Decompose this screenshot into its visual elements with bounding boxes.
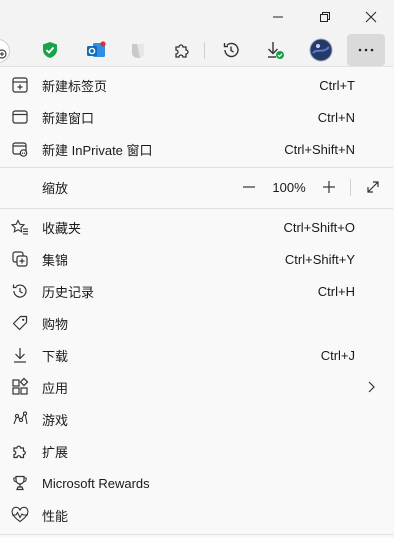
restore-button[interactable] (302, 0, 348, 34)
menu-item-zoom: 缩放 100% (0, 171, 393, 203)
menu-item-extensions[interactable]: 扩展 (0, 435, 393, 467)
more-icon (358, 48, 374, 52)
adblock-shield-icon (43, 42, 57, 58)
menu-item-collections[interactable]: 集锦 Ctrl+Shift+Y (0, 243, 393, 275)
rewards-trophy-icon (10, 473, 30, 493)
menu-item-rewards[interactable]: Microsoft Rewards (0, 467, 393, 499)
menu-item-label: 扩展 (42, 444, 69, 460)
menu-item-label: 新建标签页 (42, 78, 108, 94)
shortcut-text: Ctrl+Shift+O (283, 219, 355, 235)
menu-item-history[interactable]: 历史记录 Ctrl+H (0, 275, 393, 307)
performance-heart-icon (10, 505, 30, 525)
settings-menu: 新建标签页 Ctrl+T 新建窗口 Ctrl+N 新建 InPrivate 窗口… (0, 66, 393, 538)
menu-item-label: 应用 (42, 380, 69, 396)
inprivate-icon (10, 139, 30, 159)
downloads-icon (268, 42, 284, 59)
menu-item-new-tab[interactable]: 新建标签页 Ctrl+T (0, 69, 393, 101)
downloads-icon (10, 345, 30, 365)
chevron-right-icon (363, 379, 379, 395)
extension-icon (132, 44, 144, 58)
menu-item-label: 游戏 (42, 412, 69, 428)
menu-item-label: 集锦 (42, 252, 69, 268)
close-button[interactable] (348, 0, 394, 34)
menu-item-label: 性能 (42, 508, 69, 524)
menu-item-label: 新建 InPrivate 窗口 (42, 142, 153, 158)
menu-item-label: Microsoft Rewards (42, 475, 150, 491)
restore-icon (320, 12, 330, 22)
menu-item-shopping[interactable]: 购物 (0, 307, 393, 339)
outlook-icon (87, 41, 106, 57)
menu-divider (0, 167, 393, 168)
history-icon (10, 281, 30, 301)
shortcut-text: Ctrl+J (320, 347, 355, 363)
extensions-puzzle-icon (175, 44, 189, 58)
extensions-puzzle-icon (10, 441, 30, 461)
plus-icon (323, 181, 335, 193)
history-icon (223, 42, 239, 58)
new-window-icon (10, 107, 30, 127)
browser-toolbar (0, 34, 394, 66)
menu-item-games[interactable]: 游戏 (0, 403, 393, 435)
shortcut-text: Ctrl+T (319, 77, 355, 93)
menu-item-favorites[interactable]: 收藏夹 Ctrl+Shift+O (0, 211, 393, 243)
menu-divider (0, 208, 393, 209)
new-tab-icon (10, 75, 30, 95)
shortcut-text: Ctrl+H (317, 283, 355, 299)
favorites-icon (10, 217, 30, 237)
zoom-in-button[interactable] (318, 171, 340, 203)
minimize-icon (273, 16, 283, 18)
avatar-button[interactable] (305, 34, 337, 66)
close-icon (365, 11, 377, 23)
menu-item-label: 下载 (42, 348, 69, 364)
shopping-tag-icon (10, 313, 30, 333)
extension-button[interactable] (122, 34, 154, 66)
menu-item-new-inprivate[interactable]: 新建 InPrivate 窗口 Ctrl+Shift+N (0, 133, 393, 165)
menu-item-new-window[interactable]: 新建窗口 Ctrl+N (0, 101, 393, 133)
menu-item-label: 购物 (42, 316, 69, 332)
apps-icon (10, 377, 30, 397)
profile-icon[interactable] (0, 39, 10, 63)
zoom-out-button[interactable] (238, 171, 260, 203)
downloads-button[interactable] (259, 34, 291, 66)
zoom-level: 100% (272, 179, 306, 195)
zoom-divider (350, 179, 351, 196)
adblock-shield-button[interactable] (34, 34, 66, 66)
shortcut-text: Ctrl+Shift+N (284, 141, 355, 157)
menu-item-label: 新建窗口 (42, 110, 95, 126)
shortcut-text: Ctrl+N (317, 109, 355, 125)
window-caption (0, 0, 394, 34)
minimize-button[interactable] (255, 0, 301, 34)
games-icon (10, 409, 30, 429)
collections-icon (10, 249, 30, 269)
menu-divider (0, 534, 393, 535)
shortcut-text: Ctrl+Shift+Y (284, 251, 355, 267)
outlook-button[interactable] (80, 34, 112, 66)
more-button[interactable] (347, 34, 385, 66)
toolbar-divider (204, 42, 205, 59)
menu-item-apps[interactable]: 应用 (0, 371, 393, 403)
minus-icon (243, 186, 255, 188)
menu-item-downloads[interactable]: 下载 Ctrl+J (0, 339, 393, 371)
extensions-button[interactable] (166, 34, 198, 66)
menu-item-label: 收藏夹 (42, 220, 82, 236)
menu-item-label: 历史记录 (42, 284, 95, 300)
history-button[interactable] (215, 34, 247, 66)
menu-item-performance[interactable]: 性能 (0, 499, 393, 531)
fullscreen-icon (367, 181, 379, 193)
zoom-label: 缩放 (42, 180, 69, 196)
fullscreen-button[interactable] (362, 177, 384, 197)
avatar (309, 38, 333, 62)
